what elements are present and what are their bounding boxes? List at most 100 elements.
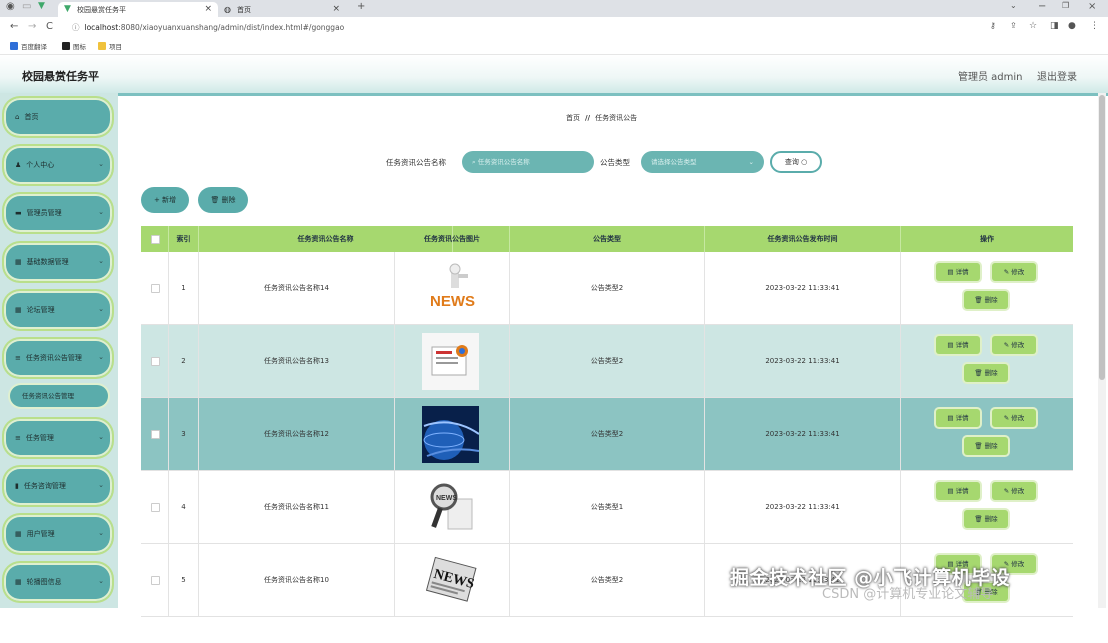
row-checkbox[interactable] (151, 576, 160, 585)
more-icon[interactable]: ⋮ (1090, 21, 1099, 31)
select-all-checkbox[interactable] (151, 235, 160, 244)
detail-label: 详情 (955, 268, 969, 276)
type-search-label: 公告类型 (600, 158, 630, 167)
sidebar-item-label: 任务资讯公告管理 (25, 354, 82, 362)
index-cell: 5 (169, 544, 199, 616)
type-cell: 公告类型2 (510, 544, 705, 616)
key-icon[interactable]: ⚷ (990, 21, 996, 30)
sidebar-item[interactable]: ⌂ 首页 (4, 98, 112, 136)
chevron-down-icon: ⌄ (98, 160, 104, 168)
close-tab-icon[interactable]: × (204, 4, 212, 14)
type-cell: 公告类型2 (510, 325, 705, 397)
sidebar-item[interactable]: ▦ 轮播图信息 ⌄ (4, 563, 112, 601)
table-row[interactable]: 4 任务资讯公告名称11 NEWS 公告类型1 2023-03-22 11:33:41 ▤… (141, 471, 1073, 544)
table-row[interactable]: 3 任务资讯公告名称12 公告类型2 2023-03-22 11:33:41 ▤ 详情 ✎… (141, 398, 1073, 471)
row-checkbox[interactable] (151, 357, 160, 366)
row-checkbox[interactable] (151, 430, 160, 439)
watermark-sub: CSDN @计算机专业论文辅导 (822, 587, 994, 602)
sidebar-subitem-notice-manage[interactable]: 任务资讯公告管理 (10, 385, 108, 407)
row-delete-label: 删除 (984, 442, 998, 450)
tab-search-icon[interactable]: ⌄ (1010, 1, 1017, 10)
new-tab-icon[interactable]: + (357, 1, 365, 12)
bookmark-item[interactable]: 百度翻译 (10, 41, 47, 51)
type-select[interactable]: 请选择公告类型 ⌄ (641, 151, 764, 173)
bookmark-label: 百度翻译 (21, 43, 47, 51)
col-image: 任务资讯公告图片 (395, 226, 510, 252)
sidebar-item[interactable]: ▦ 用户管理 ⌄ (4, 515, 112, 553)
profile-icon[interactable]: ● (1068, 21, 1076, 31)
sidebar-item[interactable]: ♟ 个人中心 ⌄ (4, 146, 112, 184)
sidebar-item[interactable]: ≡ 任务管理 ⌄ (4, 419, 112, 457)
bookmark-item[interactable]: 项目 (98, 41, 122, 51)
tab-current[interactable]: ▼ 校园悬赏任务平 × (58, 2, 218, 17)
query-button[interactable]: 查询 ○ (770, 151, 822, 173)
row-checkbox[interactable] (151, 503, 160, 512)
name-cell: 任务资讯公告名称14 (199, 252, 395, 324)
detail-button[interactable]: ▤ 详情 (936, 482, 980, 500)
sidepanel-icon[interactable]: ◨ (1050, 21, 1059, 31)
edit-button[interactable]: ✎ 修改 (992, 336, 1036, 354)
row-delete-label: 删除 (984, 515, 998, 523)
url-field[interactable]: ⓘ localhost:8080/xiaoyuanxuanshang/admin/… (66, 20, 966, 35)
search-icon: ○ (801, 158, 808, 166)
detail-button[interactable]: ▤ 详情 (936, 409, 980, 427)
breadcrumb-current: 任务资讯公告 (595, 114, 638, 122)
notice-image (422, 406, 480, 463)
sidebar-item[interactable]: ▮ 任务咨询管理 ⌄ (4, 467, 112, 505)
tab-home-title: 首页 (237, 5, 251, 14)
minimize-icon[interactable]: − (1038, 1, 1046, 12)
scrollbar-thumb[interactable] (1099, 95, 1105, 380)
chevron-down-icon: ⌄ (98, 305, 104, 313)
edit-button[interactable]: ✎ 修改 (992, 263, 1036, 281)
add-button[interactable]: + 新增 (141, 187, 189, 213)
row-delete-label: 删除 (984, 296, 998, 304)
batch-delete-button[interactable]: 🗑 删除 (198, 187, 248, 213)
tab-group-icon[interactable]: ▭ (22, 1, 31, 12)
grid-icon: ▦ (15, 306, 22, 314)
browser-menu-icon[interactable]: ◉ (6, 1, 15, 12)
back-icon[interactable]: ← (10, 21, 18, 32)
index-cell: 3 (169, 398, 199, 470)
row-delete-button[interactable]: 🗑 删除 (964, 437, 1008, 455)
select-cell (141, 325, 169, 397)
time-cell: 2023-03-22 11:33:41 (705, 252, 901, 324)
notice-image (422, 333, 479, 390)
table-row[interactable]: 1 任务资讯公告名称14 NEWS 公告类型2 2023-03-22 11:33:41 ▤… (141, 252, 1073, 325)
star-icon[interactable]: ☆ (1029, 21, 1037, 31)
detail-button[interactable]: ▤ 详情 (936, 263, 980, 281)
row-checkbox[interactable] (151, 284, 160, 293)
row-delete-button[interactable]: 🗑 删除 (964, 364, 1008, 382)
logout-link[interactable]: 退出登录 (1037, 68, 1077, 83)
close-window-icon[interactable]: × (1088, 1, 1096, 12)
type-select-placeholder: 请选择公告类型 (651, 158, 697, 166)
row-delete-button[interactable]: 🗑 删除 (964, 510, 1008, 528)
sidebar-item[interactable]: ▬ 管理员管理 ⌄ (4, 194, 112, 232)
sidebar-item-label: 论坛管理 (26, 306, 55, 314)
row-delete-button[interactable]: 🗑 删除 (964, 291, 1008, 309)
name-search-input[interactable]: ⌕ 任务资讯公告名称 (462, 151, 594, 173)
sidebar-item[interactable]: ▦ 论坛管理 ⌄ (4, 291, 112, 329)
edit-button[interactable]: ✎ 修改 (992, 482, 1036, 500)
table-row[interactable]: 2 任务资讯公告名称13 公告类型2 2023-03-22 11:33:41 ▤ 详情 ✎… (141, 325, 1073, 398)
sidebar-item[interactable]: ▦ 基础数据管理 ⌄ (4, 243, 112, 281)
detail-button[interactable]: ▤ 详情 (936, 336, 980, 354)
restore-icon[interactable]: ❐ (1062, 1, 1069, 10)
list-icon: ▬ (15, 209, 22, 217)
bookmark-item[interactable]: 图标 (62, 41, 86, 51)
sidebar-item[interactable]: ≡ 任务资讯公告管理 ⌄ (4, 339, 112, 377)
address-bar: ← → C ⓘ localhost:8080/xiaoyuanxuanshang/… (0, 17, 1108, 38)
edit-button[interactable]: ✎ 修改 (992, 409, 1036, 427)
forward-icon[interactable]: → (28, 21, 36, 32)
share-icon[interactable]: ⇪ (1010, 21, 1017, 30)
edit-label: 修改 (1011, 268, 1025, 276)
ops-cell: ▤ 详情 ✎ 修改 🗑 删除 (901, 252, 1073, 324)
close-tab-icon[interactable]: × (332, 4, 340, 14)
edit-label: 修改 (1011, 414, 1025, 422)
image-cell: NEWS (395, 252, 510, 324)
tab-home[interactable]: ◍ 首页 × (218, 2, 346, 17)
breadcrumb-home[interactable]: 首页 (566, 114, 580, 122)
reload-icon[interactable]: C (46, 21, 53, 32)
user-icon: ♟ (15, 161, 22, 169)
breadcrumb-separator: // (585, 114, 591, 122)
grid-icon: ▦ (15, 530, 22, 538)
